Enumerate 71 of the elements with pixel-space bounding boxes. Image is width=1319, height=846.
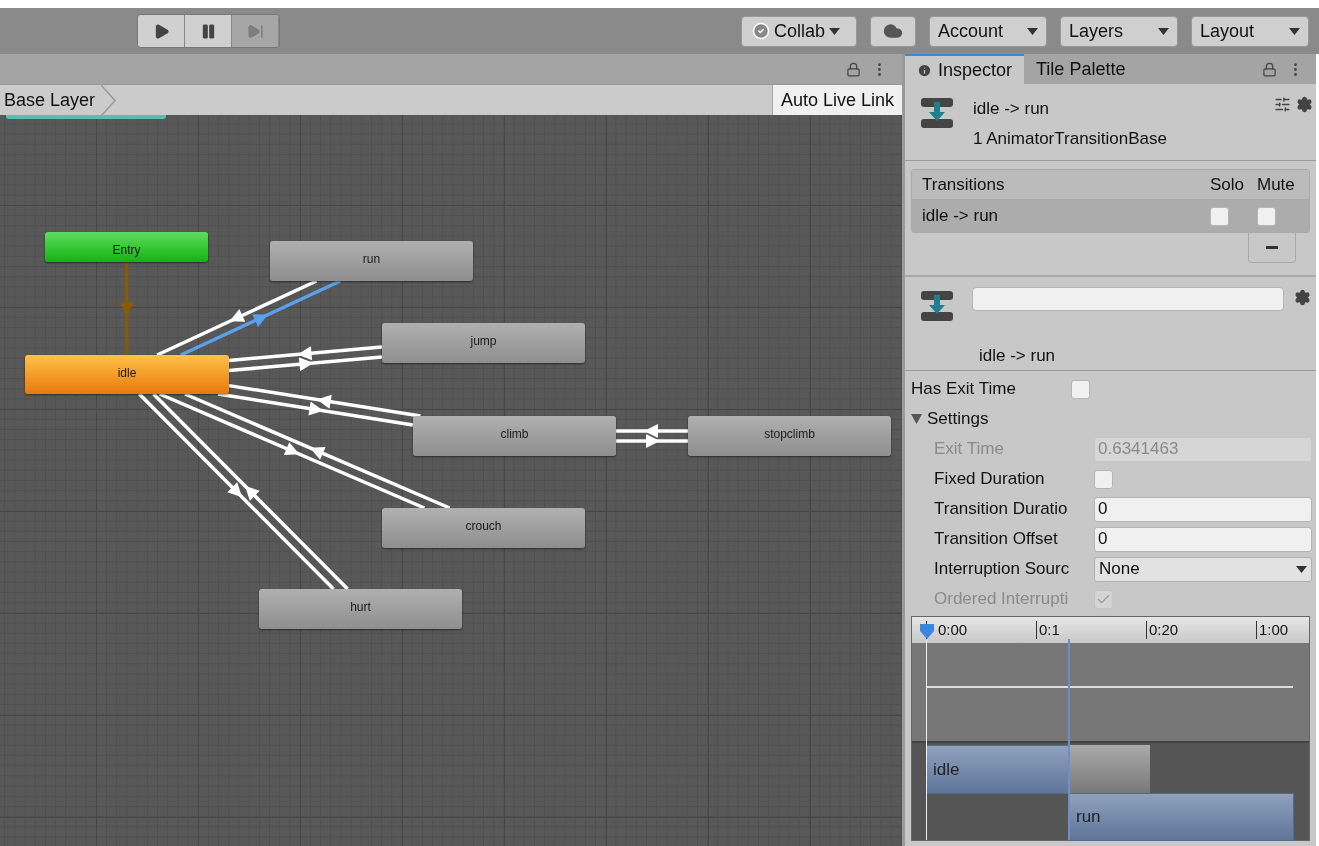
state-node[interactable]: hurt xyxy=(259,589,462,629)
info-icon xyxy=(917,62,932,78)
interruption-dropdown[interactable]: None xyxy=(1094,556,1312,582)
checkbox[interactable] xyxy=(1210,206,1229,226)
settings-foldout[interactable]: Settings xyxy=(911,404,989,434)
property-label: Exit Time xyxy=(934,438,1005,461)
lock-icon[interactable] xyxy=(846,61,861,77)
transition-row[interactable]: idle -> run xyxy=(912,200,1309,232)
property-label: Has Exit Time xyxy=(911,378,1017,401)
ruler-label: 1:00 xyxy=(1256,621,1289,639)
settings-icon[interactable] xyxy=(1294,289,1311,306)
state-node[interactable]: Entry xyxy=(45,232,208,262)
checkbox[interactable] xyxy=(1094,469,1113,489)
transition-name: idle -> run xyxy=(979,345,1056,367)
object-subtitle: 1 AnimatorTransitionBase xyxy=(973,127,1168,150)
transition-icon xyxy=(920,96,954,130)
pause-button[interactable] xyxy=(185,15,232,47)
minus-icon xyxy=(1266,246,1278,249)
checkbox[interactable] xyxy=(1071,379,1090,399)
number-field[interactable]: 0 xyxy=(1094,526,1312,552)
property-label: Interruption Sourc xyxy=(934,558,1071,581)
lock-icon[interactable] xyxy=(1262,61,1277,77)
state-node[interactable]: idle xyxy=(25,355,229,394)
transition-icon xyxy=(920,289,954,323)
caret-icon xyxy=(1289,27,1300,35)
state-node[interactable]: jump xyxy=(382,323,585,363)
panel-tab[interactable]: Tile Palette xyxy=(1024,54,1138,84)
ruler-label: 0:1 xyxy=(1036,621,1060,639)
transition-arrow[interactable] xyxy=(616,424,688,438)
check-circle-icon xyxy=(752,22,770,40)
state-node[interactable]: climb xyxy=(413,416,616,456)
property-label: Fixed Duration xyxy=(934,468,1046,491)
transition-arrow[interactable] xyxy=(616,434,688,448)
clip-bar: idle xyxy=(926,745,1069,794)
column-header: Solo xyxy=(1210,173,1246,196)
cloud-icon xyxy=(883,21,903,41)
state-node[interactable]: crouch xyxy=(382,508,585,548)
column-header: Mute xyxy=(1257,173,1296,196)
state-node[interactable]: stopclimb xyxy=(688,416,891,456)
caret-icon xyxy=(1296,565,1307,573)
cloud-button[interactable] xyxy=(870,15,916,47)
column-header: Transitions xyxy=(922,173,1006,196)
number-field[interactable]: 0 xyxy=(1094,496,1312,522)
clip-bar: run xyxy=(1069,793,1294,841)
caret-icon xyxy=(829,27,841,35)
name-field[interactable] xyxy=(972,287,1284,311)
toolbar-dropdown[interactable]: Layers xyxy=(1060,15,1178,47)
state-node[interactable]: run xyxy=(270,241,473,281)
property-label: Ordered Interrupti xyxy=(934,588,1070,611)
object-title: idle -> run xyxy=(973,98,1051,120)
remove-button[interactable] xyxy=(1248,233,1296,263)
property-label: Transition Duratio xyxy=(934,498,1069,521)
toolbar-dropdown[interactable]: Layout xyxy=(1191,15,1309,47)
property-label: Transition Offset xyxy=(934,528,1059,551)
playhead-marker-icon[interactable] xyxy=(919,623,935,639)
ruler-label: 0:20 xyxy=(1146,621,1179,639)
step-icon xyxy=(246,22,264,40)
breadcrumb[interactable]: Base Layer xyxy=(0,85,102,115)
checkbox[interactable] xyxy=(1257,206,1276,226)
play-button[interactable] xyxy=(138,15,185,47)
caret-icon xyxy=(1027,27,1038,35)
transition-marker[interactable] xyxy=(1068,639,1070,840)
foldout-icon xyxy=(911,414,922,424)
collab-button[interactable]: Collab xyxy=(741,15,857,47)
toolbar-dropdown[interactable]: Account xyxy=(929,15,1047,47)
settings-icon[interactable] xyxy=(1296,96,1313,113)
sliders-icon[interactable] xyxy=(1274,96,1291,113)
transition-arrow[interactable] xyxy=(180,279,342,357)
caret-icon xyxy=(1158,27,1169,35)
panel-tab[interactable]: Inspector xyxy=(905,54,1025,84)
auto-live-link-button[interactable]: Auto Live Link xyxy=(771,85,902,115)
